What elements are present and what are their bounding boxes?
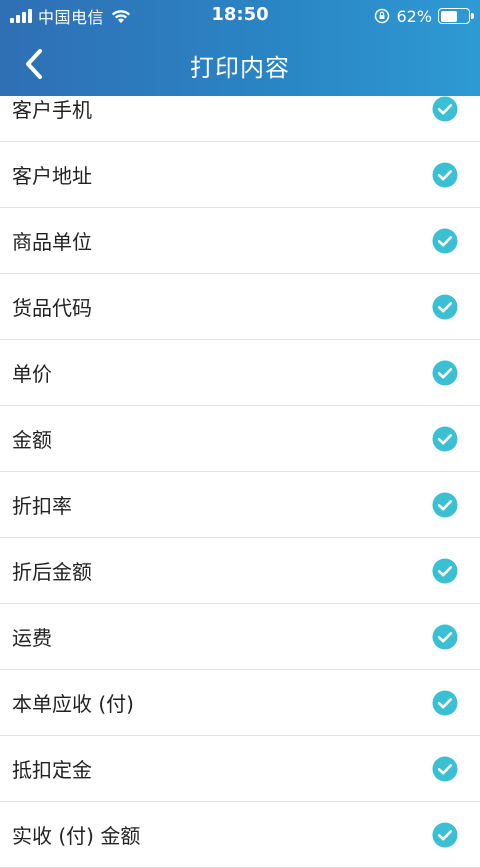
check-circle-icon[interactable] [432,492,458,518]
battery-percent: 62% [396,6,432,26]
page-title: 打印内容 [190,54,290,82]
check-circle-icon[interactable] [432,426,458,452]
check-circle-icon[interactable] [432,756,458,782]
list-item-label: 商品单位 [12,230,92,254]
print-content-list: 客户手机客户地址商品单位货品代码单价金额折扣率折后金额运费本单应收 (付) 抵扣定… [0,76,480,868]
list-item-label: 客户手机 [12,98,92,122]
check-circle-icon[interactable] [432,360,458,386]
battery-icon [438,8,474,24]
list-item[interactable]: 实收 (付) 金额 [0,802,480,868]
list-item[interactable]: 客户地址 [0,142,480,208]
list-item-label: 本单应收 (付) [12,692,134,716]
check-circle-icon[interactable] [432,294,458,320]
nav-bar: 打印内容 [0,32,480,96]
check-circle-icon[interactable] [432,690,458,716]
list-item[interactable]: 商品单位 [0,208,480,274]
list-item-label: 抵扣定金 [12,758,92,782]
check-circle-icon[interactable] [432,822,458,848]
header: 中国电信 18:50 62% 打印内容 [0,0,480,96]
check-circle-icon[interactable] [432,228,458,254]
check-circle-icon[interactable] [432,558,458,584]
list-item[interactable]: 折扣率 [0,472,480,538]
list-item[interactable]: 本单应收 (付) [0,670,480,736]
list-item[interactable]: 货品代码 [0,274,480,340]
status-right: 62% [374,5,474,27]
check-circle-icon[interactable] [432,624,458,650]
list-item[interactable]: 抵扣定金 [0,736,480,802]
list-item-label: 客户地址 [12,164,92,188]
list-item[interactable]: 金额 [0,406,480,472]
check-circle-icon[interactable] [432,96,458,122]
list-item-label: 货品代码 [12,296,92,320]
list-item[interactable]: 运费 [0,604,480,670]
list-item-label: 折后金额 [12,560,92,584]
list-item-label: 实收 (付) 金额 [12,824,141,848]
list-item-label: 运费 [12,626,52,650]
status-bar: 中国电信 18:50 62% [0,0,480,32]
list-item[interactable]: 单价 [0,340,480,406]
list-item-label: 金额 [12,428,52,452]
list-item-label: 单价 [12,362,52,386]
battery-level [440,10,458,22]
list-item-label: 折扣率 [12,494,72,518]
check-circle-icon[interactable] [432,162,458,188]
list-item[interactable]: 折后金额 [0,538,480,604]
rotation-lock-icon [375,8,390,24]
